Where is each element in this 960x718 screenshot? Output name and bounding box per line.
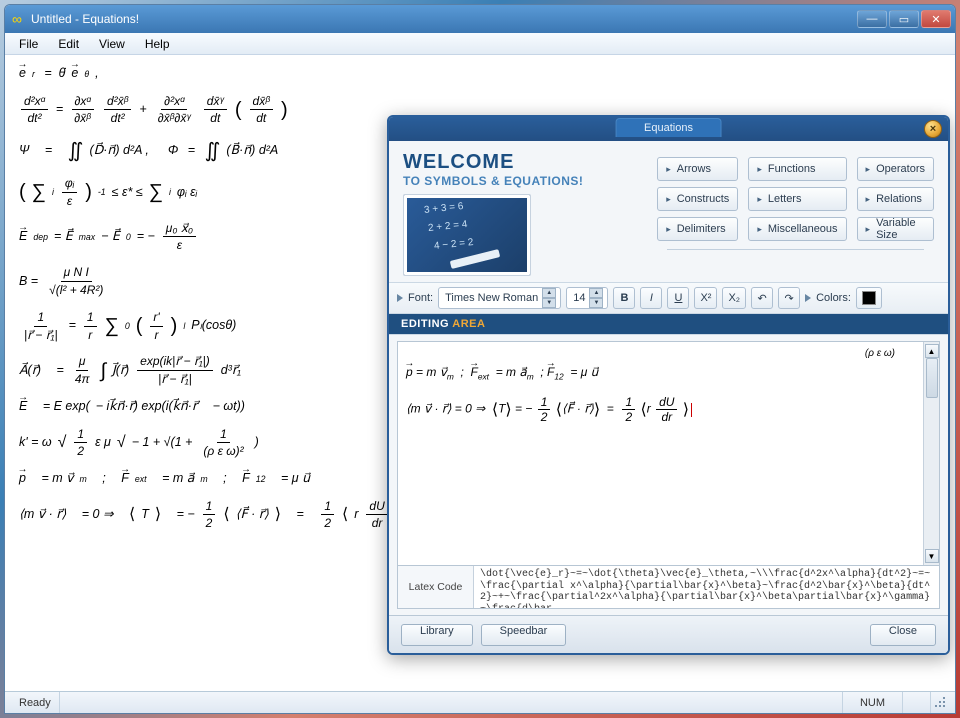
superscript-button[interactable]: X² [694,287,717,309]
bold-button[interactable]: B [613,287,635,309]
subscript-button[interactable]: X₂ [722,287,746,309]
speedbar-button[interactable]: Speedbar [481,624,567,646]
redo-button[interactable]: ↷ [778,287,800,309]
app-icon: ∞ [9,11,25,27]
equation-editor[interactable]: (ρ ε ω) p = m v⃗m ; Fext = m a⃗m ; F12 =… [398,342,923,565]
category-operators[interactable]: Operators [857,157,934,181]
scroll-thumb[interactable] [926,358,938,398]
menu-edit[interactable]: Edit [48,35,89,53]
category-delimiters[interactable]: Delimiters [657,217,738,241]
category-grid: Arrows Functions Operators Constructs Le… [657,151,934,276]
equations-dialog: Equations × WELCOME TO SYMBOLS & EQUATIO… [387,115,950,655]
category-variable-size[interactable]: Variable Size [857,217,934,241]
font-label: Font: [408,292,433,304]
client-area: er = θ̇eθ , d²xᵅdt² = ∂xᵅ∂x̄ᵝ d²x̄ᵝdt² +… [5,55,955,691]
undo-button[interactable]: ↶ [751,287,773,309]
scroll-up-button[interactable]: ▲ [925,344,939,358]
expand-colors-icon[interactable] [805,294,811,302]
dialog-tab-equations[interactable]: Equations [615,118,722,137]
menubar: File Edit View Help [5,33,955,55]
dialog-titlebar[interactable]: Equations × [389,117,948,141]
titlebar[interactable]: ∞ Untitled - Equations! — ▭ ✕ [5,5,955,33]
welcome-subheading: TO SYMBOLS & EQUATIONS! [403,174,643,188]
window-title: Untitled - Equations! [31,12,857,26]
latex-label: Latex Code [398,566,474,608]
category-functions[interactable]: Functions [748,157,846,181]
menu-file[interactable]: File [9,35,48,53]
italic-button[interactable]: I [640,287,662,309]
category-arrows[interactable]: Arrows [657,157,738,181]
underline-button[interactable]: U [667,287,689,309]
editing-area: (ρ ε ω) p = m v⃗m ; Fext = m a⃗m ; F12 =… [397,341,940,566]
library-button[interactable]: Library [401,624,473,646]
editor-scrollbar[interactable]: ▲ ▼ [923,342,939,565]
dialog-close-button[interactable]: × [924,120,942,138]
category-miscellaneous[interactable]: Miscellaneous [748,217,846,241]
editing-area-header: EDITING AREA [389,314,948,334]
font-select[interactable]: Times New Roman ▲▼ [438,287,561,309]
close-button[interactable]: ✕ [921,10,951,28]
editor-cursor [691,403,692,417]
color-swatch-icon [862,291,876,305]
format-toolbar: Font: Times New Roman ▲▼ 14 ▲▼ B I U X² … [389,282,948,314]
colors-label: Colors: [816,292,851,304]
minimize-button[interactable]: — [857,10,887,28]
category-relations[interactable]: Relations [857,187,934,211]
menu-view[interactable]: View [89,35,135,53]
scroll-down-button[interactable]: ▼ [925,549,939,563]
status-num: NUM [843,692,903,713]
statusbar: Ready NUM [5,691,955,713]
app-window: ∞ Untitled - Equations! — ▭ ✕ File Edit … [4,4,956,714]
expand-font-icon[interactable] [397,294,403,302]
color-picker[interactable] [856,287,882,309]
latex-code-row: Latex Code \dot{\vec{e}_r}~=~\dot{\theta… [397,566,940,609]
resize-grip-icon[interactable] [931,695,949,711]
category-constructs[interactable]: Constructs [657,187,738,211]
latex-code-field[interactable]: \dot{\vec{e}_r}~=~\dot{\theta}\vec{e}_\t… [474,566,939,608]
menu-help[interactable]: Help [135,35,180,53]
status-ready: Ready [11,692,60,713]
maximize-button[interactable]: ▭ [889,10,919,28]
welcome-heading: WELCOME [403,151,643,174]
font-size-select[interactable]: 14 ▲▼ [566,287,608,309]
dialog-footer: Library Speedbar Close [389,615,948,653]
category-letters[interactable]: Letters [748,187,846,211]
window-buttons: — ▭ ✕ [857,10,951,28]
welcome-thumbnail: 3 + 3 = 6 2 + 2 = 4 4 − 2 = 2 [403,194,531,276]
dialog-close-footer-button[interactable]: Close [870,624,936,646]
